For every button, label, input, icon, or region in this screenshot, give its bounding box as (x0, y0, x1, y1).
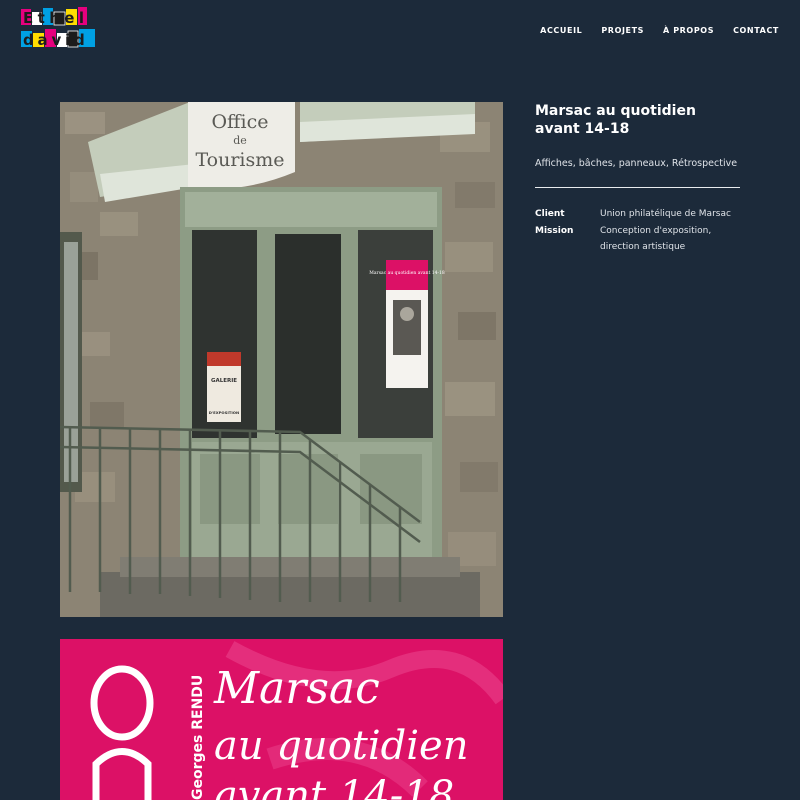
info-divider (535, 187, 740, 188)
logo[interactable]: Ethel david (20, 6, 98, 52)
mission-label: Mission (535, 226, 574, 236)
project-meta: Client Union philatélique de Marsac Miss… (535, 206, 740, 255)
sign-line-3: Tourisme (195, 149, 284, 171)
board-title: GALERIE (211, 378, 237, 384)
main-nav: ACCUEIL PROJETS À PROPOS CONTACT (540, 26, 779, 35)
sign-line-1: Office (211, 111, 268, 133)
project-photo: Office de Tourisme Marsac au quotidien a… (60, 102, 503, 617)
project-title: Marsac au quotidien avant 14-18 (535, 103, 696, 137)
poster-graphic: Georges RENDU Marsac au quotidien avant … (60, 639, 503, 800)
poster-author: Georges RENDU (190, 675, 206, 800)
storefront-image: Office de Tourisme Marsac au quotidien a… (60, 102, 503, 617)
mission-value: Conception d'exposition, direction artis… (600, 226, 712, 252)
window-poster-text: Marsac au quotidien avant 14-18 (369, 270, 445, 276)
nav-contact[interactable]: CONTACT (733, 26, 779, 35)
poster-line-2: au quotidien (214, 723, 468, 769)
project-info: Marsac au quotidien avant 14-18 Affiches… (535, 102, 740, 255)
logo-line-2: david (23, 31, 89, 49)
client-value: Union philatélique de Marsac (600, 209, 731, 219)
nav-a-propos[interactable]: À PROPOS (663, 26, 714, 35)
project-poster-image: Georges RENDU Marsac au quotidien avant … (60, 639, 503, 800)
client-label: Client (535, 209, 565, 219)
poster-line-3: avant 14-18 (214, 773, 454, 800)
sign-line-2: de (233, 134, 247, 147)
nav-projets[interactable]: PROJETS (601, 26, 644, 35)
project-tags: Affiches, bâches, panneaux, Rétrospectiv… (535, 158, 738, 169)
poster-line-1: Marsac (213, 663, 380, 714)
logo-line-1: Ethel (23, 9, 88, 27)
nav-accueil[interactable]: ACCUEIL (540, 26, 582, 35)
board-subtitle: D'EXPOSITION (209, 410, 239, 415)
